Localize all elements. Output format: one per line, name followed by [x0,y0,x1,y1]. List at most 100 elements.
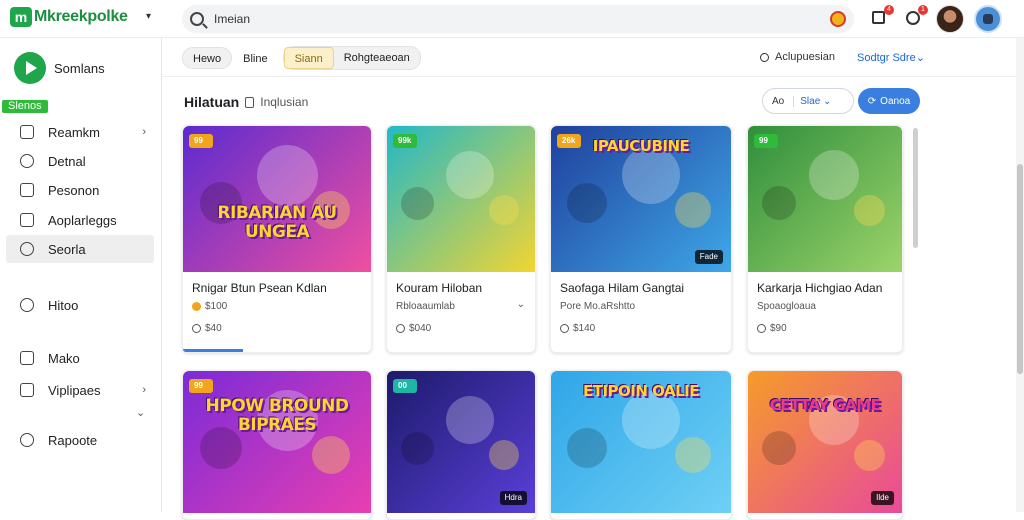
character-art [312,436,350,474]
emoji-icon[interactable] [830,11,846,27]
segment-option-active[interactable]: Slae ⌄ [794,96,837,107]
character-art [401,187,434,220]
sidebar-item-rapoote[interactable]: Rapoote [6,426,154,454]
card-title: Rnigar Btun Psean Kdlan [192,281,327,295]
segment-option[interactable]: Ao [763,95,795,107]
chat-icon [906,11,920,25]
game-card[interactable]: 99 HPOW BROUND BIPRAES [182,370,372,520]
app-logo[interactable]: m Mkreekpolke [10,7,128,27]
profile-avatar[interactable] [974,5,1002,33]
character-art [854,440,885,471]
game-card[interactable]: CETTAY GAME Ilde [747,370,903,520]
game-card[interactable]: 26k IPAUCUBINE Fade Saofaga Hilam Gangtai Po… [550,125,732,353]
character-art [854,195,885,226]
game-thumbnail[interactable]: 99 HPOW BROUND BIPRAES [183,371,371,513]
thumbnail-title: CETTAY GAME [769,396,881,414]
game-thumbnail[interactable]: 99k [387,126,535,272]
sidebar-item-aoplarleggs[interactable]: Aoplarleggs [6,206,154,234]
sidebar-item-label: Seorla [48,241,86,257]
sidebar-item-hitoo[interactable]: Hitoo [6,291,154,319]
card-badge: 99 [189,134,213,148]
sidebar-brand[interactable]: Somlans [14,52,105,84]
character-art [489,195,519,225]
game-card[interactable]: 99k Kouram Hiloban Rbloaaumlab $040 ⌄ [386,125,536,353]
sidebar-item-label: Pesonon [48,182,100,198]
sidebar-item-label: Viplipaes [48,382,101,398]
game-card[interactable]: 99 RIBARIAN AU UNGEA Rnigar Btun Psean Kdl… [182,125,372,353]
chevron-down-icon[interactable]: ⌄ [517,299,525,310]
players-icon [560,324,569,333]
segment-label: Slae [800,95,821,107]
game-card[interactable]: 99 Karkarja Hichgiao Adan Spoaogloaua $90 [747,125,903,353]
section-heading: Hilatuan Inqlusian [184,94,308,110]
card-meta-text: $100 [205,301,228,312]
game-thumbnail[interactable]: 00 Hdra [387,371,535,513]
search-input[interactable] [214,12,774,26]
game-thumbnail[interactable]: 26k IPAUCUBINE Fade [551,126,731,272]
sidebar-item-label: Hitoo [48,297,79,313]
sidebar-item-seorla[interactable]: Seorla [6,235,154,263]
game-thumbnail[interactable]: 99 RIBARIAN AU UNGEA [183,126,371,272]
filter-bar: Hewo Bline Siann Rohgteaeoan [182,46,421,70]
game-card[interactable]: 00 Hdra [386,370,536,520]
card-stat-value: $40 [205,323,222,334]
game-thumbnail[interactable]: 99 [748,126,902,272]
card-meta: Rbloaaumlab [396,301,455,312]
sort-dropdown[interactable]: Sodtgr Sdre⌄ [857,51,925,64]
players-icon [396,324,405,333]
chat-badge: 1 [918,5,928,15]
refresh-icon: ⟳ [867,95,877,107]
section-title: Hilatuan [184,94,240,110]
card-badge: 99 [754,134,778,148]
top-bar: m Mkreekpolke ▾ 4 1 [0,0,1024,38]
sort-link[interactable]: Aclupuesian [760,51,835,63]
grid-scrollbar[interactable] [913,128,918,248]
game-thumbnail[interactable]: CETTAY GAME Ilde [748,371,902,513]
chat-button[interactable]: 1 [906,5,928,25]
sort-label: Aclupuesian [775,51,835,63]
filter-chip[interactable]: Rohgteaeoan [334,47,420,69]
sort-icon [760,52,769,62]
thumbnail-title: HPOW BROUND BIPRAES [205,396,349,435]
character-art [809,150,859,200]
chevron-down-icon: ⌄ [915,52,925,64]
scrollbar-thumb[interactable] [1017,164,1023,374]
chevron-down-icon[interactable]: ▾ [146,11,151,22]
primary-button[interactable]: ⟳ Oanoa [858,88,920,114]
sidebar-item-label: Reamkm [48,124,101,140]
card-stat-value: $040 [409,323,432,334]
sidebar-item-viplipaes[interactable]: Viplipaes › [6,376,154,404]
sidebar-item-mako[interactable]: Mako [6,344,154,372]
filter-chip-selected[interactable]: Siann [283,47,334,69]
bookmark-icon [20,125,34,139]
sidebar-item-reamkm[interactable]: Reamkm › [6,118,154,146]
page-scrollbar[interactable] [1016,38,1024,512]
chevron-right-icon: › [142,126,146,138]
card-stat: $40 [192,323,222,334]
sidebar-item-pesonon[interactable]: Pesonon [6,176,154,204]
document-icon [20,351,34,365]
notification-badge: 4 [884,5,894,15]
character-art [489,440,519,470]
gamepad-icon [20,154,34,168]
filter-chip[interactable]: Hewo [182,47,233,69]
game-card[interactable]: ETIPOIN OALIE [550,370,732,520]
primary-button-label: Oanoa [880,95,911,107]
sidebar: Somlans Slenos Reamkm › Detnal Pesonon A… [0,38,162,512]
logo-mark-icon: m [10,7,32,27]
sidebar-item-detnal[interactable]: Detnal [6,147,154,175]
user-avatar[interactable] [936,5,964,33]
chevron-down-icon[interactable]: ⌄ [136,406,145,419]
card-stat: $140 [560,323,595,334]
character-art [567,428,607,468]
card-corner-tag: Fade [694,250,723,264]
search-bar[interactable] [182,5,854,33]
card-stat-value: $140 [573,323,596,334]
players-icon [757,324,766,333]
game-thumbnail[interactable]: ETIPOIN OALIE [551,371,731,513]
card-progress-bar [183,349,243,352]
card-meta-text: Pore Mo.aRshtto [560,301,636,312]
shopping-bag-button[interactable]: 4 [872,5,894,25]
filter-chip[interactable]: Bline [232,47,278,69]
shopping-bag-icon [872,11,885,24]
